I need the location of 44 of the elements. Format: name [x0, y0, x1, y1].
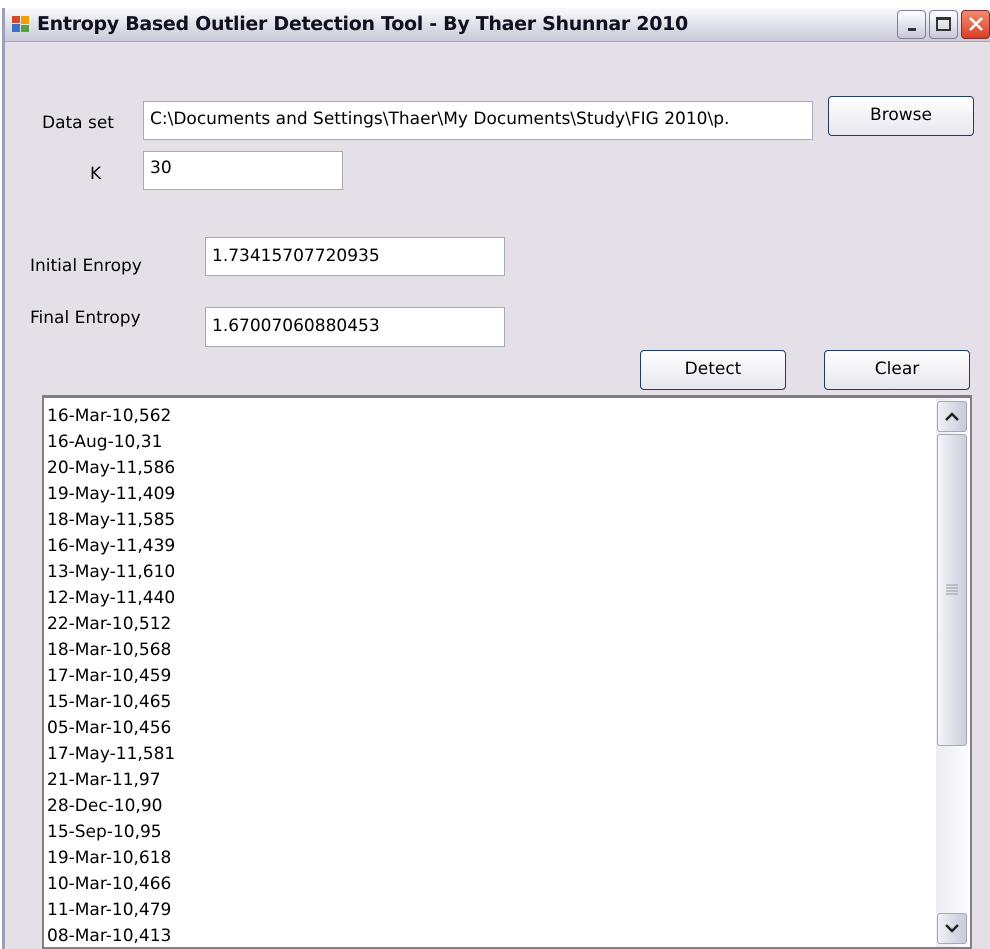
result-line: 20-May-11,586 [47, 457, 176, 480]
result-line: 13-May-11,610 [47, 561, 176, 584]
data-set-label: Data set [42, 112, 115, 136]
data-set-field[interactable]: C:\Documents and Settings\Thaer\My Documents\Study\FIG 2010\p. [143, 100, 813, 140]
result-line: 17-Mar-10,459 [47, 665, 172, 688]
detect-button[interactable]: Detect [640, 350, 786, 390]
final-entropy-field[interactable]: 1.67007060880453 [205, 307, 505, 347]
result-line: 15-Mar-10,465 [47, 691, 172, 714]
result-line: 10-Mar-10,466 [47, 873, 172, 896]
result-line: 18-Mar-10,568 [47, 639, 172, 662]
initial-entropy-field[interactable]: 1.73415707720935 [205, 236, 505, 276]
result-line: 16-May-11,439 [47, 535, 176, 558]
close-icon [968, 16, 984, 32]
result-line: 12-May-11,440 [47, 587, 176, 610]
result-line: 11-Mar-10,479 [47, 899, 172, 922]
final-entropy-label: Final Entropy [30, 307, 142, 330]
scroll-thumb[interactable] [937, 434, 967, 746]
result-line: 16-Mar-10,562 [47, 405, 172, 428]
result-line: 19-May-11,409 [47, 483, 176, 506]
result-line: 05-Mar-10,456 [47, 717, 172, 740]
results-list[interactable] [42, 395, 972, 949]
result-line: 15-Sep-10,95 [47, 821, 162, 844]
minimize-button[interactable] [897, 10, 926, 39]
browse-button[interactable]: Browse [828, 96, 974, 136]
k-label: K [90, 163, 102, 186]
clear-button[interactable]: Clear [824, 350, 970, 390]
result-line: 16-Aug-10,31 [47, 431, 162, 454]
k-field[interactable]: 30 [143, 150, 343, 190]
result-line: 21-Mar-11,97 [47, 769, 161, 792]
window-title: Entropy Based Outlier Detection Tool - By Thaer Shunnar 2010 [37, 12, 688, 37]
scrollbar[interactable] [936, 398, 968, 947]
result-line: 18-May-11,585 [47, 509, 176, 532]
result-line: 19-Mar-10,618 [47, 847, 172, 870]
result-line: 17-May-11,581 [47, 743, 176, 766]
scroll-up-button[interactable] [937, 401, 967, 432]
grip-icon [946, 584, 958, 596]
result-line: 22-Mar-10,512 [47, 613, 172, 636]
result-line: 08-Mar-10,413 [47, 925, 172, 947]
app-icon [11, 14, 31, 34]
maximize-button[interactable] [929, 10, 958, 39]
close-button[interactable] [961, 10, 990, 39]
scroll-down-button[interactable] [937, 913, 967, 944]
initial-entropy-label: Initial Enropy [30, 254, 143, 278]
result-line: 28-Dec-10,90 [47, 795, 162, 818]
